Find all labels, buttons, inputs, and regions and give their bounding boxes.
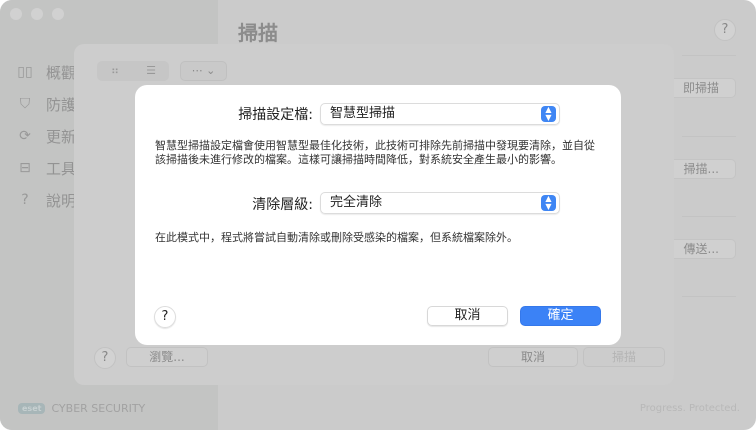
divider <box>682 296 736 297</box>
window-controls <box>10 8 64 20</box>
chevron-updown-icon: ▲ ▼ <box>541 195 556 211</box>
page-title: 掃描 <box>238 21 278 45</box>
profile-value: 智慧型掃描 <box>330 106 396 121</box>
tagline: Progress. Protected. <box>639 403 740 414</box>
browse-button[interactable]: 瀏覽... <box>126 347 208 367</box>
sidebar-item-label: 更新 <box>46 127 77 146</box>
ok-button[interactable]: 確定 <box>520 306 601 326</box>
overview-icon: ▯▯ <box>17 64 33 80</box>
close-window-button[interactable] <box>10 8 22 20</box>
grid-view-icon[interactable]: ⠶ <box>97 61 133 81</box>
clean-level-value: 完全清除 <box>330 195 383 210</box>
sidebar-item-label: 概觀 <box>46 63 77 82</box>
chevron-updown-icon: ▲ ▼ <box>541 106 556 122</box>
help-button[interactable]: ? <box>714 19 736 41</box>
clean-level-description: 在此模式中，程式將嘗試自動清除或刪除受感染的檔案，但系統檔案除外。 <box>155 231 518 244</box>
sheet-help-button[interactable]: ? <box>94 347 116 369</box>
clean-level-label: 清除層級: <box>252 197 313 213</box>
sheet-cancel-button[interactable]: 取消 <box>488 347 578 367</box>
profile-description: 智慧型掃描設定檔會使用智慧型最佳化技術，此技術可排除先前掃描中發現要清除，並自從… <box>155 139 595 166</box>
profile-label: 掃描設定檔: <box>238 107 313 123</box>
divider <box>682 216 736 217</box>
list-view-icon[interactable]: ☰ <box>133 61 169 81</box>
app-window: ▯▯概觀 ⌕掃描 ⛉防護 ⟳更新 ⊟工具 ?說明 esetCYBER SECUR… <box>0 0 756 430</box>
zoom-window-button[interactable] <box>52 8 64 20</box>
sidebar-item-label: 說明 <box>46 191 77 210</box>
product-name: CYBER SECURITY <box>51 402 146 415</box>
dialog-help-button[interactable]: ? <box>154 306 176 328</box>
minimize-window-button[interactable] <box>31 8 43 20</box>
brand-badge: eset <box>18 403 46 414</box>
eset-logo: eset CYBER SECURITY <box>18 402 145 415</box>
refresh-icon: ⟳ <box>19 128 31 144</box>
sheet-scan-button[interactable]: 掃描 <box>583 347 665 367</box>
clean-level-select[interactable]: 完全清除 ▲ ▼ <box>320 192 560 214</box>
briefcase-icon: ⊟ <box>19 160 31 176</box>
sidebar-item-label: 工具 <box>46 159 77 178</box>
cancel-button[interactable]: 取消 <box>427 306 508 326</box>
sidebar-item-label: 防護 <box>46 95 77 114</box>
divider <box>682 136 736 137</box>
view-toggle: ⠶ ☰ <box>97 61 169 81</box>
more-options-button[interactable]: ⋯ ⌄ <box>180 61 227 81</box>
shield-icon: ⛉ <box>19 96 31 112</box>
help-icon: ? <box>21 192 29 208</box>
profile-select[interactable]: 智慧型掃描 ▲ ▼ <box>320 103 560 125</box>
scan-profile-dialog: 掃描設定檔: 智慧型掃描 ▲ ▼ 智慧型掃描設定檔會使用智慧型最佳化技術，此技術可排… <box>135 85 621 345</box>
divider <box>682 55 736 56</box>
